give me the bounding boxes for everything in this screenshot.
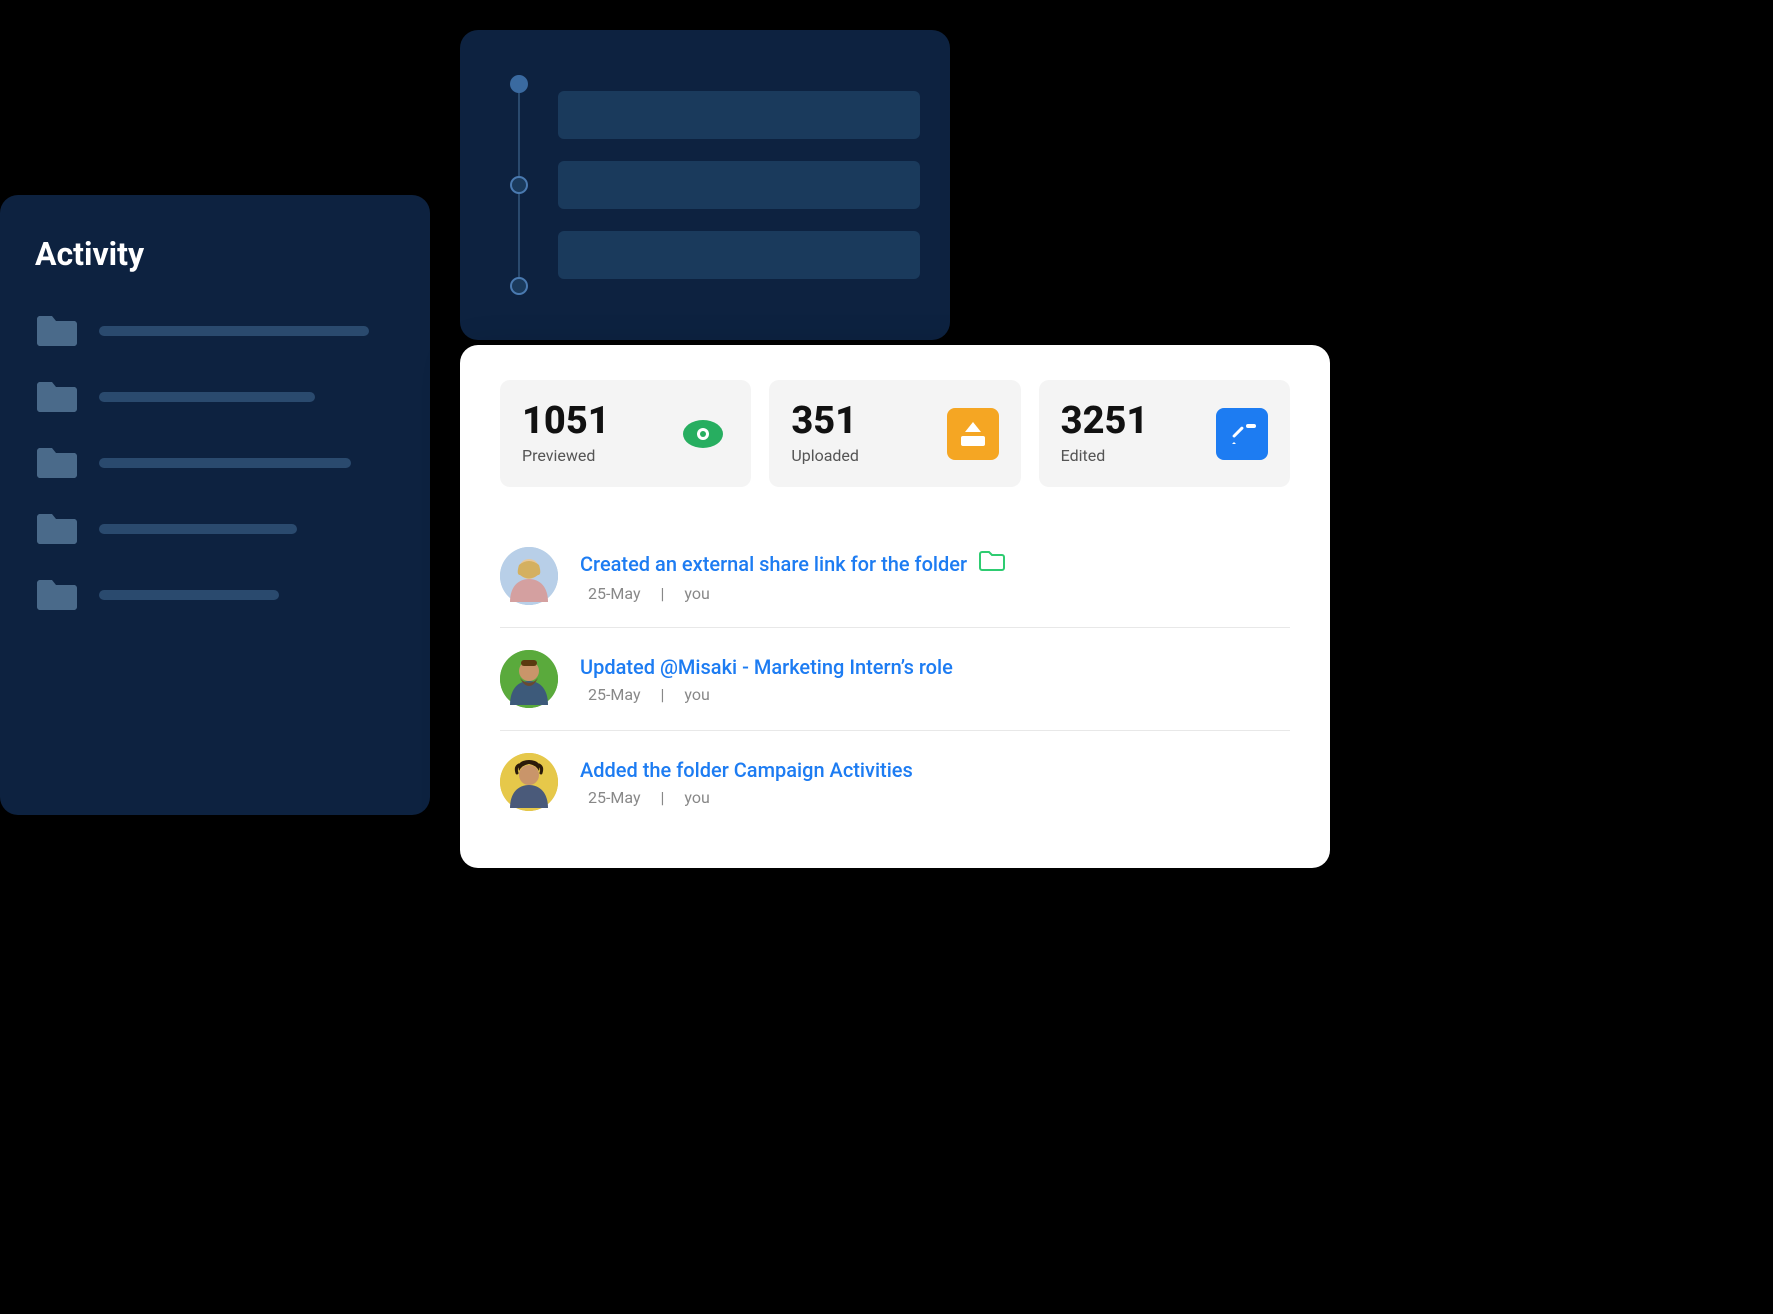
avatar-2 [500, 650, 558, 708]
timeline-bar-1 [558, 91, 920, 139]
stat-uploaded-text: 351 Uploaded [791, 402, 859, 465]
activity-meta-3: 25-May | you [580, 788, 1290, 807]
list-item [35, 445, 395, 481]
timeline-dot-2 [510, 176, 528, 194]
stat-edited-label: Edited [1061, 446, 1149, 465]
folder-list [35, 313, 395, 613]
timeline-dot-1 [510, 75, 528, 93]
folder-bar [99, 590, 279, 600]
activity-content-1: Created an external share link for the f… [580, 550, 1290, 603]
activity-item-3: Added the folder Campaign Activities 25-… [500, 731, 1290, 833]
stat-edited-number: 3251 [1061, 402, 1149, 440]
stats-row: 1051 Previewed 351 Uploaded [500, 380, 1290, 487]
timeline-dot-3 [510, 277, 528, 295]
stat-uploaded: 351 Uploaded [769, 380, 1020, 487]
list-item [35, 379, 395, 415]
uploaded-icon [947, 408, 999, 460]
timeline-line [510, 75, 528, 295]
activity-content-2: Updated @Misaki - Marketing Intern’s rol… [580, 655, 1290, 704]
activity-item-1: Created an external share link for the f… [500, 525, 1290, 628]
folder-bar [99, 458, 351, 468]
activity-actor-3: you [684, 788, 709, 807]
stat-edited-text: 3251 Edited [1061, 402, 1149, 465]
timeline-bar-3 [558, 231, 920, 279]
stat-previewed-label: Previewed [522, 446, 610, 465]
folder-bar [99, 326, 369, 336]
avatar-1 [500, 547, 558, 605]
activity-content-3: Added the folder Campaign Activities 25-… [580, 758, 1290, 807]
folder-icon [35, 511, 79, 547]
activity-actor-1: you [684, 584, 709, 603]
folder-icon [35, 379, 79, 415]
activity-date-3: 25-May [588, 788, 641, 807]
activity-text-3: Added the folder Campaign Activities [580, 758, 913, 782]
timeline-bar-2 [558, 161, 920, 209]
folder-bar [99, 392, 315, 402]
stat-previewed-text: 1051 Previewed [522, 402, 610, 465]
activity-link-2[interactable]: Updated @Misaki - Marketing Intern’s rol… [580, 655, 1290, 679]
activity-meta-1: 25-May | you [580, 584, 1290, 603]
timeline-bars [558, 91, 920, 279]
previewed-icon [677, 408, 729, 460]
activity-meta-2: 25-May | you [580, 685, 1290, 704]
activity-link-3[interactable]: Added the folder Campaign Activities [580, 758, 1290, 782]
avatar-3 [500, 753, 558, 811]
activity-item-2: Updated @Misaki - Marketing Intern’s rol… [500, 628, 1290, 731]
list-item [35, 511, 395, 547]
list-item [35, 577, 395, 613]
folder-icon [35, 445, 79, 481]
activity-actor-2: you [684, 685, 709, 704]
activity-panel: Activity [0, 195, 430, 815]
folder-green-icon [979, 550, 1005, 578]
activity-card: 1051 Previewed 351 Uploaded [460, 345, 1330, 868]
activity-panel-title: Activity [35, 235, 395, 273]
activity-text-1: Created an external share link for the f… [580, 552, 967, 576]
folder-bar [99, 524, 297, 534]
activity-date-2: 25-May [588, 685, 641, 704]
folder-icon [35, 577, 79, 613]
folder-icon [35, 313, 79, 349]
timeline-panel [460, 30, 950, 340]
stat-uploaded-number: 351 [791, 402, 859, 440]
edited-icon [1216, 408, 1268, 460]
activity-text-2: Updated @Misaki - Marketing Intern’s rol… [580, 655, 953, 679]
list-item [35, 313, 395, 349]
stat-previewed-number: 1051 [522, 402, 610, 440]
stat-uploaded-label: Uploaded [791, 446, 859, 465]
stat-edited: 3251 Edited [1039, 380, 1290, 487]
stat-previewed: 1051 Previewed [500, 380, 751, 487]
activity-date-1: 25-May [588, 584, 641, 603]
activity-link-1[interactable]: Created an external share link for the f… [580, 550, 1290, 578]
